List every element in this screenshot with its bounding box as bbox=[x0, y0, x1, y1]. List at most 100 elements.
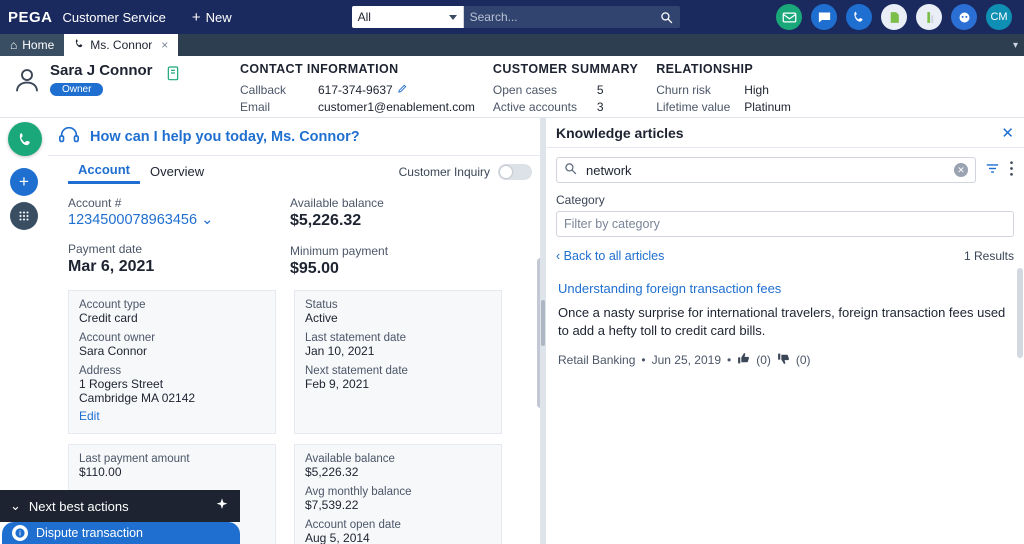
minimum-payment-value: $95.00 bbox=[290, 260, 339, 277]
knowledge-search-box[interactable]: ✕ bbox=[556, 157, 976, 183]
tab-account[interactable]: Account bbox=[68, 162, 140, 184]
results-count: 1 Results bbox=[963, 249, 1014, 263]
article-summary: Once a nasty surprise for international … bbox=[558, 305, 1006, 338]
back-to-all-articles-label: Back to all articles bbox=[563, 249, 665, 263]
clear-search-icon[interactable]: ✕ bbox=[954, 163, 968, 177]
document-icon[interactable] bbox=[881, 4, 907, 30]
category-label: Category bbox=[556, 193, 605, 207]
contact-information-title: CONTACT INFORMATION bbox=[240, 62, 399, 76]
next-best-action-item[interactable]: Dispute transaction bbox=[2, 522, 240, 544]
more-vertical-icon[interactable] bbox=[1009, 160, 1014, 180]
chevron-down-icon[interactable]: ⌄ bbox=[201, 212, 213, 228]
edit-address-link[interactable]: Edit bbox=[79, 409, 100, 423]
available-balance-2-label: Available balance bbox=[305, 453, 395, 465]
address-line1: 1 Rogers Street bbox=[79, 377, 164, 391]
active-accounts-value: 3 bbox=[596, 100, 604, 114]
chevron-down-icon[interactable]: ⌄ bbox=[10, 498, 21, 514]
knowledge-results-bar: ‹ Back to all articles 1 Results bbox=[546, 237, 1024, 263]
email-label: Email bbox=[240, 100, 271, 114]
available-balance-value: $5,226.32 bbox=[290, 212, 362, 229]
search-icon[interactable] bbox=[653, 6, 680, 28]
knowledge-search-input[interactable] bbox=[584, 161, 947, 179]
close-icon[interactable]: ✕ bbox=[1001, 124, 1014, 142]
search-scope-select[interactable]: All bbox=[351, 6, 464, 28]
account-subtabs: Account Overview Customer Inquiry bbox=[48, 156, 544, 190]
left-action-rail: + bbox=[0, 118, 48, 544]
relationship-block: RELATIONSHIP Churn risk High Lifetime va… bbox=[656, 62, 809, 116]
home-icon: ⌂ bbox=[10, 38, 18, 52]
edit-pencil-icon[interactable] bbox=[397, 82, 408, 99]
account-open-date-label: Account open date bbox=[305, 519, 401, 531]
account-key-values: Account # 1234500078963456 ⌄ Payment dat… bbox=[68, 196, 532, 278]
chevron-left-icon: ‹ bbox=[556, 249, 561, 263]
balance-block: Available balance $5,226.32 Minimum paym… bbox=[290, 196, 512, 278]
phone-icon[interactable] bbox=[846, 4, 872, 30]
greeting-bar: How can I help you today, Ms. Connor? bbox=[48, 118, 544, 156]
tab-home[interactable]: ⌂ Home bbox=[0, 34, 65, 56]
panel-resize-handle[interactable] bbox=[541, 300, 545, 346]
article-meta: Retail Banking • Jun 25, 2019 • (0) (0) bbox=[558, 352, 1010, 368]
dialpad-icon[interactable] bbox=[10, 202, 38, 230]
chart-icon[interactable] bbox=[916, 4, 942, 30]
last-payment-amount-label: Last payment amount bbox=[79, 453, 190, 465]
account-number-label: Account # bbox=[68, 196, 122, 210]
callback-label: Callback bbox=[240, 83, 287, 97]
account-number-text: 1234500078963456 bbox=[68, 212, 198, 228]
open-cases-value: 5 bbox=[596, 83, 604, 97]
tab-overview[interactable]: Overview bbox=[140, 164, 214, 183]
churn-risk-value: High bbox=[744, 83, 769, 97]
headset-icon bbox=[58, 124, 80, 149]
account-open-date-value: Aug 5, 2014 bbox=[305, 531, 370, 544]
assistant-icon[interactable] bbox=[951, 4, 977, 30]
payment-date-label: Payment date bbox=[68, 242, 143, 256]
top-icon-group: CM bbox=[776, 4, 1016, 30]
email-value: customer1@enablement.com bbox=[318, 100, 475, 114]
contact-row-email: Email customer1@enablement.com bbox=[240, 99, 475, 116]
close-icon[interactable]: × bbox=[161, 38, 168, 52]
account-number-block: Account # 1234500078963456 ⌄ Payment dat… bbox=[68, 196, 290, 278]
contact-row-callback: Callback 617-374-9637 bbox=[240, 82, 475, 99]
account-number-value[interactable]: 1234500078963456 ⌄ bbox=[68, 212, 290, 228]
back-to-all-articles-link[interactable]: ‹ Back to all articles bbox=[556, 249, 664, 263]
chat-icon[interactable] bbox=[811, 4, 837, 30]
customer-summary-block: CUSTOMER SUMMARY Open cases 5 Active acc… bbox=[493, 62, 656, 116]
avatar bbox=[12, 65, 42, 95]
summary-row-active-accounts: Active accounts 3 bbox=[493, 99, 638, 116]
next-best-actions-header[interactable]: ⌄ Next best actions bbox=[0, 490, 240, 522]
thumbs-down-icon[interactable] bbox=[777, 352, 790, 368]
customer-identity: Sara J Connor Owner bbox=[0, 62, 240, 96]
user-avatar[interactable]: CM bbox=[986, 4, 1012, 30]
top-navigation-bar: PEGA Customer Service + New All Search..… bbox=[0, 0, 1024, 34]
add-task-button[interactable]: + bbox=[10, 168, 38, 196]
tab-overflow-icon[interactable]: ▾ bbox=[1007, 34, 1024, 56]
customer-summary-title: CUSTOMER SUMMARY bbox=[492, 62, 639, 76]
call-control-icon[interactable] bbox=[8, 122, 42, 156]
open-cases-label: Open cases bbox=[492, 83, 557, 97]
account-owner-label: Account owner bbox=[79, 332, 156, 344]
knowledge-panel-header: Knowledge articles ✕ bbox=[546, 118, 1024, 148]
article-title-link[interactable]: Understanding foreign transaction fees bbox=[558, 281, 1010, 296]
search-icon bbox=[564, 162, 577, 178]
greeting-text: How can I help you today, Ms. Connor? bbox=[90, 128, 360, 145]
customer-header: Sara J Connor Owner CONTACT INFORMATION … bbox=[0, 56, 1024, 118]
card-account-basics: Account type Credit card Account owner S… bbox=[68, 290, 276, 434]
clipboard-icon[interactable] bbox=[165, 64, 181, 96]
lifetime-value-value: Platinum bbox=[744, 100, 791, 114]
search-input[interactable] bbox=[463, 6, 654, 28]
next-best-actions-panel: ⌄ Next best actions Dispute transaction bbox=[0, 490, 240, 544]
next-best-actions-title: Next best actions bbox=[28, 498, 129, 514]
thumbs-up-icon[interactable] bbox=[737, 352, 750, 368]
available-balance-2-value: $5,226.32 bbox=[305, 465, 359, 479]
pega-logo: PEGA bbox=[8, 8, 53, 26]
minimum-payment-label: Minimum payment bbox=[290, 244, 389, 258]
global-search: All bbox=[351, 6, 680, 28]
new-button[interactable]: + New bbox=[192, 9, 232, 26]
info-icon bbox=[12, 525, 28, 541]
tab-ms-connor-label: Ms. Connor bbox=[90, 38, 153, 52]
category-filter-input[interactable] bbox=[556, 211, 1014, 237]
knowledge-scrollbar[interactable] bbox=[1017, 268, 1023, 358]
filter-icon[interactable] bbox=[984, 160, 1001, 180]
mail-icon[interactable] bbox=[776, 4, 802, 30]
tab-ms-connor[interactable]: Ms. Connor × bbox=[64, 34, 179, 56]
customer-inquiry-toggle[interactable] bbox=[498, 164, 532, 180]
